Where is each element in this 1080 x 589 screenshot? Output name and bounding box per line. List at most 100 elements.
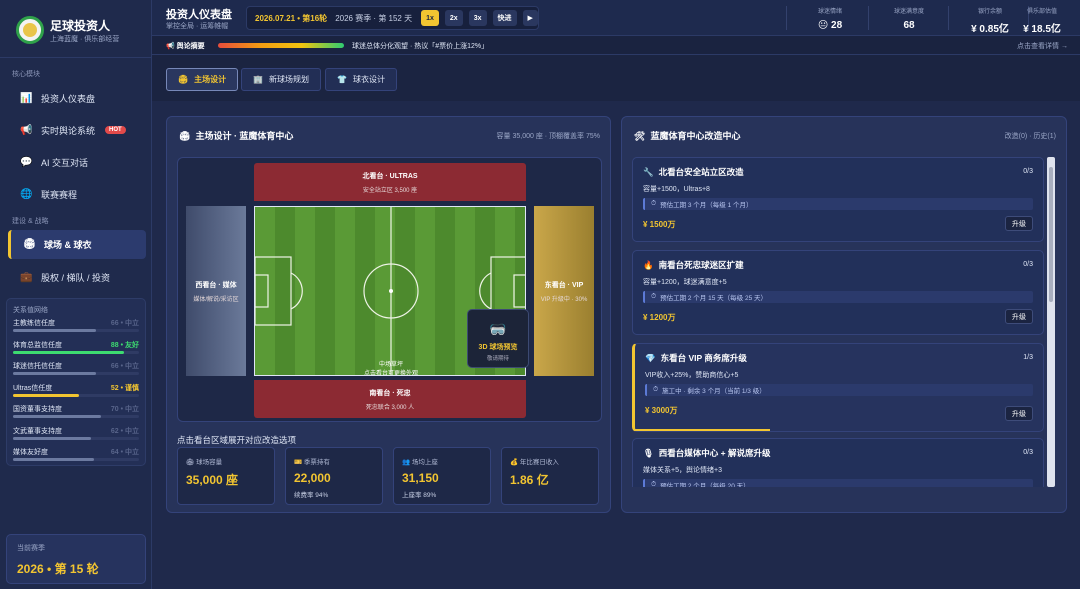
season-value: 2026 • 第 15 轮 <box>17 562 99 576</box>
stat-label: 年比赛日收入 <box>519 459 559 466</box>
sidebar-item-ai-chat[interactable]: 💬 AI 交互对话 <box>8 148 146 176</box>
upgrade-card[interactable]: 🔥 南看台死忠球迷区扩建 0/3 容量+1200，球迷满意度+5 ⏱ 预估工期 2 个月 … <box>632 250 1044 335</box>
upgrade-title: 🔥 南看台死忠球迷区扩建 <box>643 259 1033 271</box>
renovation-info[interactable]: 改造(0) · 历史(1) <box>1005 131 1056 141</box>
speed-3x-button[interactable]: 3x <box>468 10 487 26</box>
upgrade-title-text: 西看台媒体中心 + 解说席升级 <box>658 448 771 458</box>
relation-bar <box>13 393 139 397</box>
upgrade-level: 0/3 <box>1023 449 1033 456</box>
relation-name: 媒体友好度 <box>13 449 48 456</box>
relation-name: 球迷信托信任度 <box>13 363 62 370</box>
stat-matchday-revenue: 💰 年比赛日收入 1.86 亿 <box>501 447 599 505</box>
scrollbar-thumb[interactable] <box>1049 167 1053 302</box>
megaphone-icon: 📢 <box>20 124 33 136</box>
divider <box>868 6 869 30</box>
upgrade-timeline: ⏱ 预估工期 2 个月 15 天（每级 25 天） <box>643 291 1033 303</box>
stat-season-tickets: 🎫 季票持有 22,000 续费率 94% <box>285 447 383 505</box>
stand-title: 东看台 · VIP <box>544 281 584 289</box>
stat-sub: 上座率 89% <box>402 492 437 499</box>
pitch-hint: 点击看台可更换外观 <box>363 371 418 376</box>
ticket-icon: 🎫 <box>294 459 303 466</box>
hot-badge: HOT <box>105 126 126 134</box>
stadium-map: 北看台 · ULTRAS 安全站立区 3,500 座 南看台 · 死忠 死忠联合… <box>177 157 602 422</box>
club-logo <box>16 16 44 44</box>
upgrade-title-text: 北看台安全站立区改造 <box>658 167 744 177</box>
stat-label: 球场容量 <box>196 459 223 466</box>
stand-sub: 安全站立区 3,500 座 <box>362 187 418 194</box>
upgrade-button[interactable]: 升级 <box>1005 406 1033 421</box>
brand-subtitle: 上海蓝魔 · 俱乐部经营 <box>50 36 120 43</box>
upgrade-level: 1/3 <box>1023 354 1033 361</box>
relation-value: 66 • 中立 <box>110 363 139 370</box>
divider <box>786 6 787 30</box>
sidebar-item-dashboard[interactable]: 📊 投资人仪表盘 <box>8 84 146 112</box>
relation-row: 文武董事支持度 62 • 中立 <box>13 426 139 448</box>
relation-bar-fill <box>13 393 79 397</box>
upgrade-time: 预估工期 2 个月 15 天（每级 25 天） <box>660 295 767 302</box>
stand-title: 西看台 · 媒体 <box>195 281 237 289</box>
speed-1x-button[interactable]: 1x <box>421 10 439 26</box>
sidebar-item-opinion[interactable]: 📢 实时舆论系统 HOT <box>8 116 146 144</box>
sidebar-item-schedule[interactable]: 🌐 联赛赛程 <box>8 180 146 208</box>
upgrade-progress-bar <box>635 429 770 431</box>
north-stand[interactable]: 北看台 · ULTRAS 安全站立区 3,500 座 <box>254 163 526 201</box>
relation-value: 70 • 中立 <box>110 406 139 413</box>
opinion-more-link[interactable]: 点击查看详情 → <box>1017 41 1068 51</box>
sidebar-item-label: 实时舆论系统 <box>41 125 96 136</box>
west-stand[interactable]: 西看台 · 媒体 媒体/解说/采访区 <box>186 206 246 376</box>
money-bag-icon: 💰 <box>510 459 519 466</box>
relation-row: Ultras信任度 52 • 谨慎 <box>13 383 139 405</box>
stat-label: 季票持有 <box>303 459 330 466</box>
upgrade-level: 0/3 <box>1023 168 1033 175</box>
stat-capacity: 🏟 球场容量 35,000 座 <box>177 447 275 505</box>
relation-bar-fill <box>13 436 92 440</box>
preview-sub: 敬请期待 <box>486 356 509 362</box>
sidebar: 足球投资人 上海蓝魔 · 俱乐部经营 核心模块 📊 投资人仪表盘 📢 实时舆论系统 H… <box>0 0 152 589</box>
upgrade-card[interactable]: 🎙 西看台媒体中心 + 解说席升级 0/3 媒体关系+5，舆论情绪+3 ⏱ 预估工期 2 … <box>632 438 1044 487</box>
play-button[interactable]: ▶ <box>522 10 538 26</box>
football-icon <box>23 23 37 37</box>
upgrade-title: 🔧 北看台安全站立区改造 <box>643 166 1033 178</box>
divider <box>948 6 949 30</box>
tab-home-stadium[interactable]: 🏟 主场设计 <box>166 68 239 91</box>
tab-new-stadium[interactable]: 🏢 新球场规划 <box>241 68 321 91</box>
clock-icon: ⏱ <box>653 386 659 393</box>
page-title: 投资人仪表盘 <box>166 9 232 21</box>
relation-bar <box>13 329 139 332</box>
globe-icon: 🌐 <box>20 188 33 200</box>
stadium-icon: 🏟 <box>178 75 189 84</box>
3d-preview-card[interactable]: 🥽 3D 球场预览 敬请期待 <box>467 309 529 368</box>
relation-row: 球迷信托信任度 66 • 中立 <box>13 361 139 383</box>
sidebar-item-equity[interactable]: 💼 股权 / 梯队 / 投资 <box>8 263 146 291</box>
fast-forward-button[interactable]: 快进 <box>492 10 517 26</box>
relation-row: 媒体友好度 64 • 中立 <box>13 447 139 469</box>
kpi-value: ¥ 18.5亿 <box>1023 24 1061 35</box>
stat-value: 22,000 <box>294 471 331 485</box>
upgrade-card[interactable]: 💎 东看台 VIP 商务席升级 1/3 VIP收入+25%，赞助商信心+5 ⏱ 施工中 ·… <box>632 343 1044 432</box>
tab-kit-design[interactable]: 👕 球衣设计 <box>325 68 397 91</box>
kpi-value: 😐 28 <box>817 20 843 31</box>
stand-title: 南看台 · 死忠 <box>369 389 411 397</box>
upgrade-card[interactable]: 🔧 北看台安全站立区改造 0/3 容量+1500，Ultras+8 ⏱ 预估工期 3 个月… <box>632 157 1044 242</box>
relation-name: 体育总监信任度 <box>13 341 62 349</box>
relation-bar <box>13 436 139 440</box>
upgrade-button[interactable]: 升级 <box>1005 309 1033 324</box>
speed-2x-button[interactable]: 2x <box>444 10 463 26</box>
shirt-icon: 👕 <box>337 75 347 84</box>
sidebar-item-label: 联赛赛程 <box>41 189 78 200</box>
east-stand[interactable]: 东看台 · VIP VIP 升级中 · 30% <box>534 206 594 376</box>
upgrade-title-text: 南看台死忠球迷区扩建 <box>658 260 744 270</box>
opinion-bar[interactable]: 📢 舆论摘要 球迷总体分化观望 · 热议「#票价上涨12%」 点击查看详情 → <box>152 36 1080 55</box>
page-subtitle: 掌控全局 · 运筹帷幄 <box>166 23 229 30</box>
upgrade-list-scrollbar[interactable] <box>1047 157 1055 487</box>
upgrade-button[interactable]: 升级 <box>1005 216 1033 231</box>
stadium-info: 容量 35,000 座 · 顶棚覆盖率 75% <box>496 133 600 140</box>
upgrade-list: 🔧 北看台安全站立区改造 0/3 容量+1500，Ultras+8 ⏱ 预估工期 3 个月… <box>632 157 1057 487</box>
kpi-fan-satisfaction: 球迷满意度 68 <box>877 6 941 31</box>
relations-panel: 关系值网络 主教练信任度 66 • 中立 体育总监信任度 88 • 友好 球迷信托信任度… <box>6 298 146 466</box>
south-stand[interactable]: 南看台 · 死忠 死忠联合 3,000 人 <box>254 380 526 418</box>
briefcase-icon: 💼 <box>20 271 33 283</box>
sidebar-item-stadium[interactable]: 🏟 球场 & 球衣 <box>8 230 146 259</box>
upgrade-title: 🎙 西看台媒体中心 + 解说席升级 <box>643 447 1033 459</box>
relation-bar-fill <box>13 372 97 375</box>
